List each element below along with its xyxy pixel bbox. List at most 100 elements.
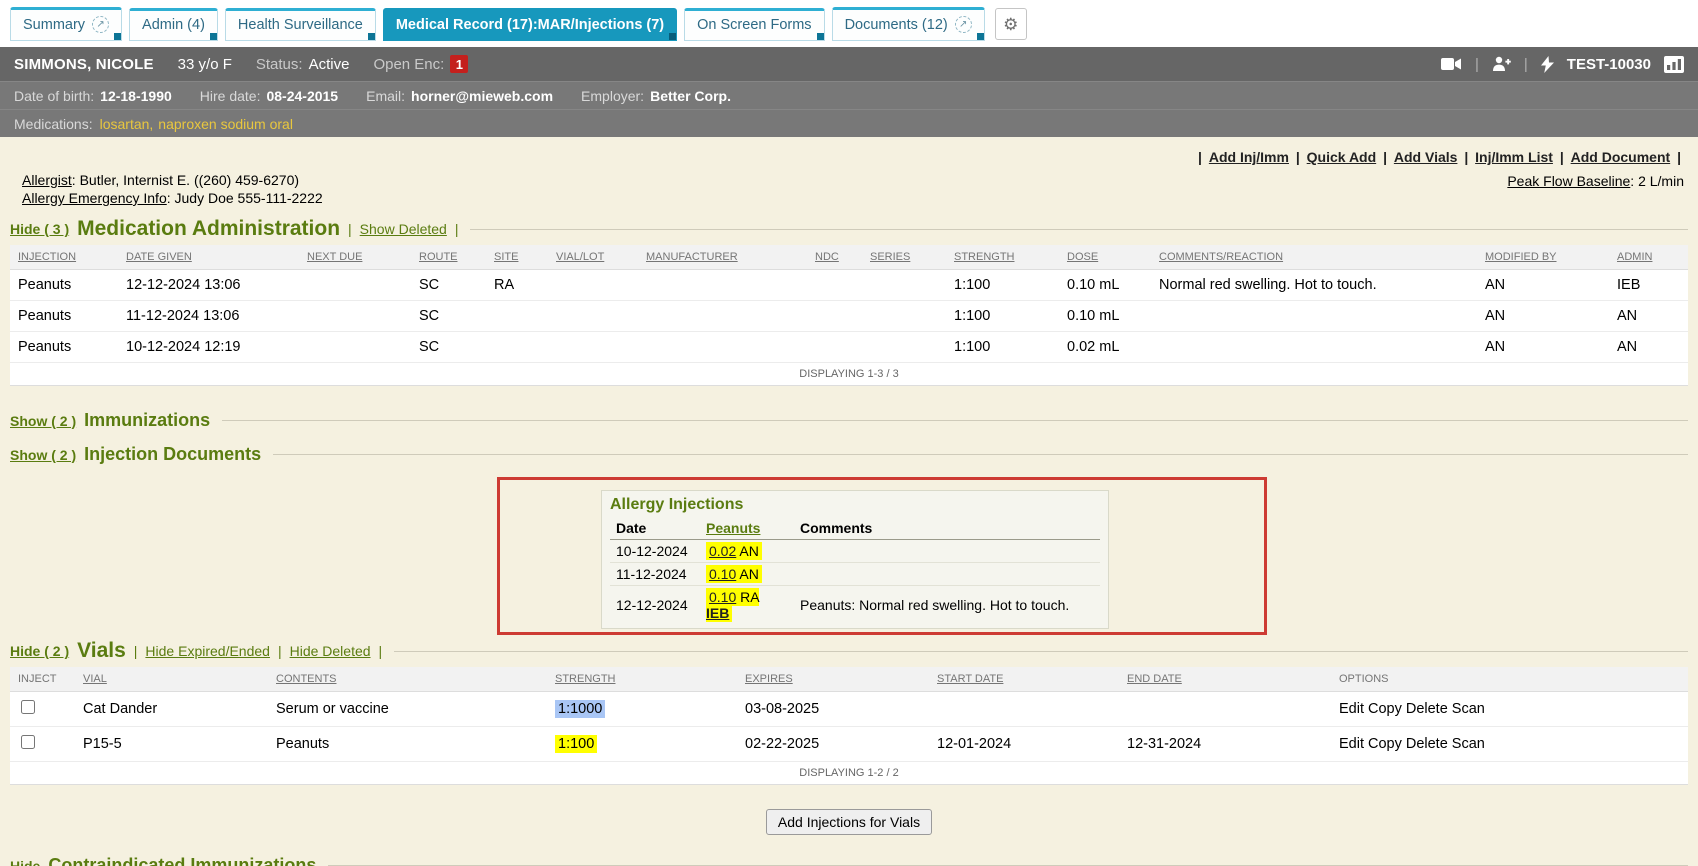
cell-strength: 1:100 bbox=[946, 270, 1059, 301]
flowsheet-chart-icon[interactable] bbox=[1664, 56, 1684, 73]
show-immunizations-link[interactable]: Show ( 2 ) bbox=[10, 413, 76, 429]
cell-admin: AN bbox=[1609, 332, 1688, 363]
cell-vial-lot bbox=[548, 332, 638, 363]
column-header-start-date: START DATE bbox=[937, 673, 1003, 685]
add-inj-imm-link[interactable]: Add Inj/Imm bbox=[1209, 149, 1289, 165]
tab-label: Documents (12) bbox=[845, 17, 948, 33]
tab-documents[interactable]: Documents (12) ↗ bbox=[832, 7, 985, 41]
column-header-admin: ADMIN bbox=[1617, 251, 1652, 263]
cell-injection: Peanuts bbox=[10, 301, 118, 332]
allergy-injections-title: Allergy Injections bbox=[610, 496, 1100, 514]
peak-flow-baseline-link[interactable]: Peak Flow Baseline bbox=[1507, 173, 1630, 189]
tab-bar: Summary ↗ Admin (4) Health Surveillance … bbox=[0, 0, 1698, 47]
delete-link[interactable]: Delete bbox=[1406, 736, 1448, 752]
edit-link[interactable]: Edit bbox=[1339, 736, 1364, 752]
cell-admin: IEB bbox=[1609, 270, 1688, 301]
cell-contents: Peanuts bbox=[268, 727, 547, 762]
allergist-link[interactable]: Allergist bbox=[22, 172, 72, 188]
inject-checkbox[interactable] bbox=[21, 735, 35, 749]
hide-expired-ended-link[interactable]: Hide Expired/Ended bbox=[145, 643, 270, 659]
strength-highlight: 1:100 bbox=[555, 735, 597, 753]
edit-link[interactable]: Edit bbox=[1339, 701, 1364, 717]
settings-gear-button[interactable]: ⚙ bbox=[995, 8, 1027, 40]
cell-date: 11-12-2024 bbox=[610, 563, 700, 586]
tab-admin[interactable]: Admin (4) bbox=[129, 8, 218, 41]
main-content: | Add Inj/Imm | Quick Add | Add Vials | … bbox=[0, 137, 1698, 866]
hide-deleted-link[interactable]: Hide Deleted bbox=[290, 643, 371, 659]
medication-link-naproxen[interactable]: naproxen sodium oral bbox=[158, 116, 293, 132]
show-injection-documents-link[interactable]: Show ( 2 ) bbox=[10, 447, 76, 463]
patient-age-sex: 33 y/o F bbox=[178, 56, 232, 73]
tab-on-screen-forms[interactable]: On Screen Forms bbox=[684, 8, 824, 41]
column-header-next-due: NEXT DUE bbox=[307, 251, 362, 263]
cell-site bbox=[486, 301, 548, 332]
open-enc-badge[interactable]: 1 bbox=[450, 55, 468, 73]
tab-label: On Screen Forms bbox=[697, 17, 811, 33]
column-header-manufacturer: MANUFACTURER bbox=[646, 251, 738, 263]
scan-link[interactable]: Scan bbox=[1452, 701, 1485, 717]
table-header-row: INJECTION DATE GIVEN NEXT DUE ROUTE SITE… bbox=[10, 245, 1688, 270]
add-vials-link[interactable]: Add Vials bbox=[1394, 149, 1458, 165]
cell-date-given: 10-12-2024 12:19 bbox=[118, 332, 299, 363]
employer-label: Employer: bbox=[581, 88, 644, 104]
vials-title: Vials bbox=[77, 639, 126, 663]
copy-link[interactable]: Copy bbox=[1368, 736, 1402, 752]
cell-comment bbox=[794, 540, 1100, 563]
column-header-injection: INJECTION bbox=[18, 251, 76, 263]
column-header-vial-lot: VIAL/LOT bbox=[556, 251, 604, 263]
add-user-icon[interactable] bbox=[1492, 56, 1511, 72]
cell-date: 12-12-2024 bbox=[610, 586, 700, 625]
cell-comments bbox=[1151, 332, 1477, 363]
peak-flow-value: : 2 L/min bbox=[1630, 173, 1684, 189]
cell-vial-lot bbox=[548, 270, 638, 301]
dose-link[interactable]: 0.10 bbox=[709, 566, 736, 582]
add-injections-for-vials-button[interactable]: Add Injections for Vials bbox=[766, 809, 932, 835]
separator: , bbox=[149, 116, 153, 132]
medications-bar: Medications: losartan,naproxen sodium or… bbox=[0, 109, 1698, 137]
copy-link[interactable]: Copy bbox=[1368, 701, 1402, 717]
cell-vial: P15-5 bbox=[75, 727, 268, 762]
scan-link[interactable]: Scan bbox=[1452, 736, 1485, 752]
dose-highlight: 0.10 RA IEB bbox=[706, 588, 759, 622]
peanuts-column-link: Peanuts bbox=[706, 520, 760, 536]
dose-highlight: 0.10 AN bbox=[706, 565, 762, 583]
separator: | bbox=[1524, 56, 1528, 73]
tab-health-surveillance[interactable]: Health Surveillance bbox=[225, 8, 376, 41]
column-header-series: SERIES bbox=[870, 251, 910, 263]
inject-checkbox[interactable] bbox=[21, 700, 35, 714]
column-header-dose: DOSE bbox=[1067, 251, 1098, 263]
allergy-injections-table: Date Peanuts Comments 10-12-2024 0.02 AN… bbox=[610, 517, 1100, 624]
tab-medical-record[interactable]: Medical Record (17):MAR/Injections (7) bbox=[383, 8, 677, 41]
cell-injection: Peanuts bbox=[10, 332, 118, 363]
hide-medication-administration-link[interactable]: Hide ( 3 ) bbox=[10, 221, 69, 237]
dose-link[interactable]: 0.02 bbox=[709, 543, 736, 559]
dob-value: 12-18-1990 bbox=[100, 88, 172, 104]
patient-id: TEST-10030 bbox=[1567, 56, 1651, 73]
cell-comments bbox=[1151, 301, 1477, 332]
column-header-vial: VIAL bbox=[83, 673, 107, 685]
medication-link-losartan[interactable]: losartan bbox=[100, 116, 150, 132]
dose-link[interactable]: 0.10 bbox=[709, 589, 736, 605]
quick-add-link[interactable]: Quick Add bbox=[1307, 149, 1377, 165]
workflow-icon[interactable]: ↗ bbox=[92, 16, 109, 33]
allergist-value: : Butler, Internist E. ((260) 459-6270) bbox=[72, 172, 299, 188]
status-label: Status: bbox=[256, 56, 303, 73]
hide-vials-link[interactable]: Hide ( 2 ) bbox=[10, 643, 69, 659]
tab-label: Health Surveillance bbox=[238, 17, 363, 33]
section-header-medication-administration: Hide ( 3 ) Medication Administration | S… bbox=[10, 217, 1688, 241]
video-call-icon[interactable] bbox=[1441, 57, 1462, 71]
admin-initials-link[interactable]: IEB bbox=[706, 605, 729, 621]
peak-flow-block: Peak Flow Baseline: 2 L/min bbox=[1507, 173, 1684, 207]
inj-imm-list-link[interactable]: Inj/Imm List bbox=[1475, 149, 1553, 165]
column-header-ndc: NDC bbox=[815, 251, 839, 263]
column-header-expires: EXPIRES bbox=[745, 673, 793, 685]
show-deleted-link[interactable]: Show Deleted bbox=[360, 221, 447, 237]
cell-ndc bbox=[807, 332, 862, 363]
lightning-icon[interactable] bbox=[1541, 56, 1554, 73]
delete-link[interactable]: Delete bbox=[1406, 701, 1448, 717]
tab-summary[interactable]: Summary ↗ bbox=[10, 7, 122, 41]
workflow-icon[interactable]: ↗ bbox=[955, 16, 972, 33]
hide-contraindicated-link[interactable]: Hide bbox=[10, 858, 40, 866]
allergy-emergency-info-link[interactable]: Allergy Emergency Info bbox=[22, 190, 167, 206]
add-document-link[interactable]: Add Document bbox=[1571, 149, 1671, 165]
